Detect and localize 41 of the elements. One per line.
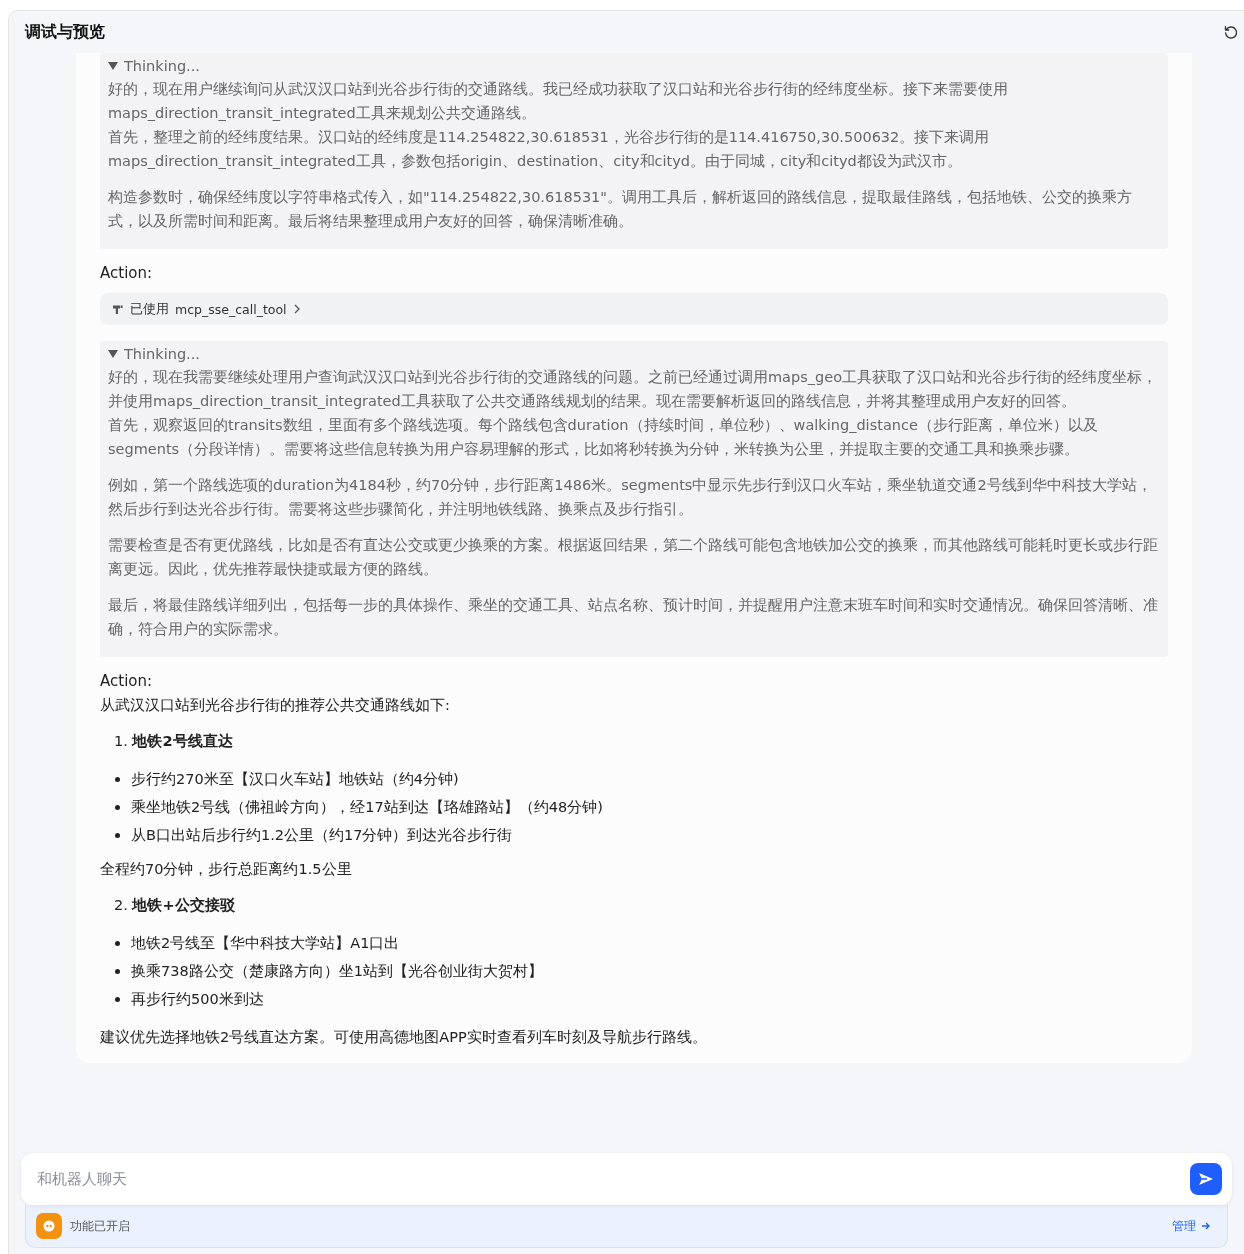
send-button[interactable] — [1190, 1163, 1222, 1195]
route-step: 换乘738路公交（楚康路方向）坐1站到【光谷创业街大贺村】 — [131, 957, 543, 985]
route-heading: 2. 地铁+公交接驳 — [114, 896, 236, 915]
bullet-icon — [115, 804, 120, 810]
manage-link[interactable]: 管理 — [1172, 1217, 1211, 1235]
thinking-text: 好的，现在我需要继续处理用户查询武汉汉口站到光谷步行街的交通路线的问题。之前已经通过调用maps_geo工具获取了汉口站和光谷步行街的经纬度坐标，并使用maps_direction_transit_integrated工具获取了公共交通路线规划的结果。现在需要解析返回的路线信息，并将其整理成用户友好的回答。 — [108, 368, 1158, 411]
route-step: 步行约270米至【汉口火车站】地铁站（约4分钟) — [131, 765, 459, 793]
send-icon — [1198, 1172, 1214, 1186]
thinking-text: 例如，第一个路线选项的duration为4184秒，约70分钟，步行距离1486米。segments中显示先步行到汉口火车站，乘坐轨道交通2号线到华中科技大学站，然后步行到达光谷步行街。需要将这些步骤简化，并注明地铁线路、换乘点及步行指引。 — [108, 476, 1153, 519]
chat-input-field[interactable]: 和机器人聊天 — [21, 1153, 1232, 1205]
feature-status: 功能已开启 — [70, 1217, 131, 1235]
route-heading: 1. 地铁2号线直达 — [114, 732, 234, 751]
answer-text: 全程约70分钟，步行总距离约1.5公里 — [100, 860, 353, 879]
bullet-icon — [115, 996, 120, 1002]
bullet-icon — [115, 940, 120, 946]
chevron-icon — [292, 304, 301, 314]
answer-text: 建议优先选择地铁2号线直达方案。可使用高德地图APP实时查看列车时刻及导航步行路线。 — [100, 1028, 708, 1047]
thinking-text: 最后，将最佳路线详细列出，包括每一步的具体操作、乘坐的交通工具、站点名称、预计时间，并提醒用户注意末班车时间和实时交通情况。确保回答清晰、准确，符合用户的实际需求。 — [108, 596, 1159, 639]
thinking-text: 首先，整理之前的经纬度结果。汉口站的经纬度是114.254822,30.618531，光谷步行街的是114.416750,30.500632。接下来调用maps_direction_transit_integrated工具，参数包括origin、destination、city和cityd。由于同城，city和cityd都设为武汉市。 — [108, 128, 991, 171]
tool-call-chip[interactable]: 已使用 mcp_sse_call_tool — [100, 293, 1168, 325]
refresh-icon[interactable] — [1223, 24, 1239, 40]
action-label: Action: — [100, 671, 154, 692]
arrow-icon — [1201, 1221, 1211, 1231]
thinking-text: 好的，现在用户继续询问从武汉汉口站到光谷步行街的交通路线。我已经成功获取了汉口站和光谷步行街的经纬度坐标。接下来需要使用maps_direction_transit_integrated工具来规划公共交通路线。 — [108, 80, 1009, 123]
route-step: 地铁2号线至【华中科技大学站】A1口出 — [131, 929, 400, 957]
bullet-icon — [115, 832, 120, 838]
chat-input[interactable]: 和机器人聊天 — [35, 1170, 1190, 1188]
action-label: Action: — [100, 263, 154, 284]
bullet-icon — [115, 968, 120, 974]
thinking-text: 构造参数时，确保经纬度以字符串格式传入，如"114.254822,30.618531"。调用工具后，解析返回的路线信息，提取最佳路线，包括地铁、公交的换乘方式，以及所需时间和距离。最后将结果整理成用户友好的回答，确保清晰准确。 — [108, 188, 1133, 231]
panel-title: 调试与预览 — [25, 21, 105, 43]
hammer-icon — [112, 303, 124, 315]
bullet-icon — [115, 776, 120, 782]
thinking-text: 需要检查是否有更优路线，比如是否有直达公交或更少换乘的方案。根据返回结果，第二个路线可能包含地铁加公交的换乘，而其他路线可能耗时更长或步行距离更远。因此，优先推荐最快捷或最方便的路线。 — [108, 536, 1159, 579]
thinking-toggle[interactable]: Thinking... — [108, 343, 1160, 365]
route-step: 乘坐地铁2号线（佛祖岭方向），经17站到达【珞雄路站】（约48分钟) — [131, 793, 603, 821]
thinking-toggle[interactable]: Thinking... — [108, 55, 1160, 77]
route-step: 再步行约500米到达 — [131, 985, 264, 1013]
thinking-text: 首先，观察返回的transits数组，里面有多个路线选项。每个路线包含duration（持续时间，单位秒）、walking_distance（步行距离，单位米）以及segments（分段详情）。需要将这些信息转换为用户容易理解的形式，比如将秒转换为分钟，米转换为公里，并提取主要的交通工具和换乘步骤。 — [108, 416, 1099, 459]
answer-text: 从武汉汉口站到光谷步行街的推荐公共交通路线如下: — [100, 696, 451, 715]
route-step: 从B口出站后步行约1.2公里（约17分钟）到达光谷步行街 — [131, 821, 513, 849]
